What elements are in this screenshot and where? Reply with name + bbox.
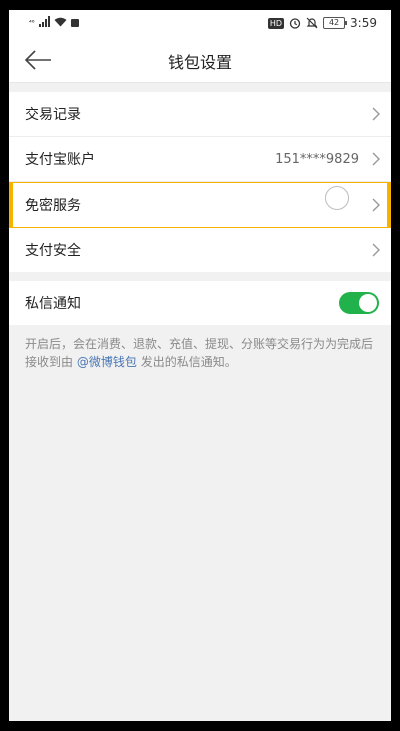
row-label: 免密服务 (25, 198, 81, 214)
row-label: 私信通知 (25, 296, 81, 312)
status-right: HD 42 3:59 (267, 16, 377, 30)
chevron-right-icon (372, 243, 380, 257)
settings-group: 交易记录 支付宝账户 151****9829 免密服务 支付安全 (9, 92, 391, 272)
chevron-right-icon (372, 152, 380, 166)
wifi-icon (54, 17, 67, 27)
notification-square-icon (70, 19, 79, 27)
status-bar: ⁴⁶ HD 42 3:59 (9, 10, 391, 38)
clock-time: 3:59 (350, 16, 377, 30)
notification-group: 私信通知 (9, 281, 391, 325)
signal-icon (38, 16, 50, 27)
row-transaction-records[interactable]: 交易记录 (9, 92, 391, 137)
touch-indicator (325, 186, 349, 210)
note-text-after: 发出的私信通知。 (140, 355, 237, 369)
network-type-label: ⁴⁶ (29, 19, 35, 27)
chevron-right-icon (372, 107, 380, 121)
alarm-icon (289, 18, 301, 29)
row-label: 支付安全 (25, 243, 81, 259)
row-private-message-notification: 私信通知 (9, 281, 391, 325)
mute-icon (306, 17, 318, 29)
device-frame: ⁴⁶ HD 42 3:59 钱包设置 交易记录 支付宝账户 151****982… (0, 0, 400, 731)
row-label: 支付宝账户 (25, 152, 95, 168)
notification-description: 开启后，会在消费、退款、充值、提现、分账等交易行为为完成后接收到由 @微博钱包 … (25, 335, 377, 371)
weibo-wallet-link[interactable]: @微博钱包 (77, 355, 137, 369)
row-label: 交易记录 (25, 107, 81, 123)
toggle-knob (359, 294, 377, 312)
row-payment-security[interactable]: 支付安全 (9, 228, 391, 272)
notification-toggle[interactable] (339, 292, 379, 314)
section-gap (9, 272, 391, 281)
status-left: ⁴⁶ (29, 16, 79, 27)
nav-bar: 钱包设置 (9, 38, 391, 83)
section-gap (9, 83, 391, 92)
row-password-free-service[interactable]: 免密服务 (9, 182, 391, 228)
battery-icon: 42 (323, 17, 348, 29)
row-alipay-account[interactable]: 支付宝账户 151****9829 (9, 137, 391, 182)
chevron-right-icon (372, 198, 380, 212)
page-title: 钱包设置 (167, 53, 232, 72)
hd-badge: HD (267, 17, 285, 29)
phone-screen: ⁴⁶ HD 42 3:59 钱包设置 交易记录 支付宝账户 151****982… (9, 10, 391, 721)
alipay-account-value: 151****9829 (275, 151, 359, 167)
battery-level: 42 (328, 18, 340, 27)
